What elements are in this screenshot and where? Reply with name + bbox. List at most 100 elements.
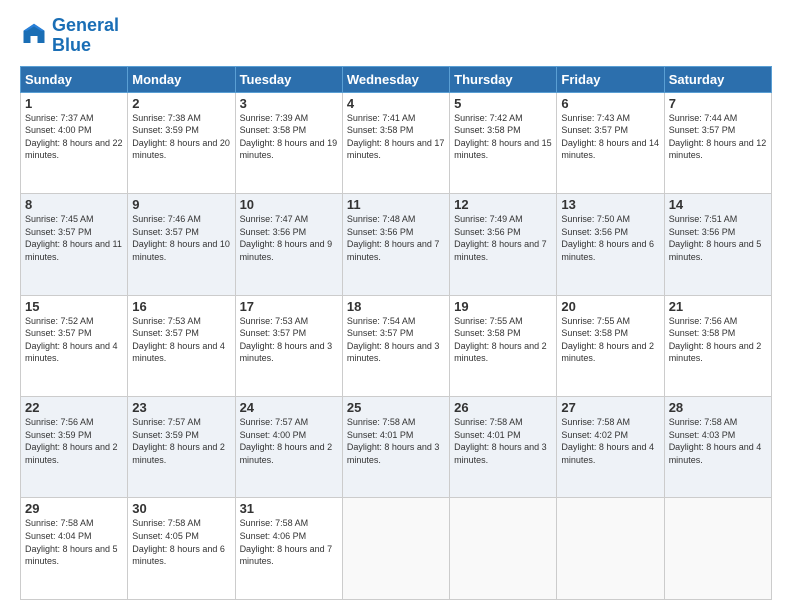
table-row: 13 Sunrise: 7:50 AMSunset: 3:56 PMDayligh… xyxy=(557,194,664,295)
calendar-table: Sunday Monday Tuesday Wednesday Thursday… xyxy=(20,66,772,600)
table-row: 5 Sunrise: 7:42 AMSunset: 3:58 PMDaylight… xyxy=(450,92,557,193)
table-row: 6 Sunrise: 7:43 AMSunset: 3:57 PMDaylight… xyxy=(557,92,664,193)
col-friday: Friday xyxy=(557,66,664,92)
col-wednesday: Wednesday xyxy=(342,66,449,92)
day-number: 26 xyxy=(454,400,552,415)
day-number: 4 xyxy=(347,96,445,111)
day-number: 12 xyxy=(454,197,552,212)
day-number: 31 xyxy=(240,501,338,516)
cell-info: Sunrise: 7:51 AMSunset: 3:56 PMDaylight:… xyxy=(669,214,762,262)
day-number: 5 xyxy=(454,96,552,111)
cell-info: Sunrise: 7:58 AMSunset: 4:03 PMDaylight:… xyxy=(669,417,762,465)
cell-info: Sunrise: 7:53 AMSunset: 3:57 PMDaylight:… xyxy=(240,316,333,364)
col-thursday: Thursday xyxy=(450,66,557,92)
table-row: 4 Sunrise: 7:41 AMSunset: 3:58 PMDaylight… xyxy=(342,92,449,193)
table-row: 23 Sunrise: 7:57 AMSunset: 3:59 PMDayligh… xyxy=(128,397,235,498)
table-row: 17 Sunrise: 7:53 AMSunset: 3:57 PMDayligh… xyxy=(235,295,342,396)
day-number: 17 xyxy=(240,299,338,314)
cell-info: Sunrise: 7:54 AMSunset: 3:57 PMDaylight:… xyxy=(347,316,440,364)
table-row: 26 Sunrise: 7:58 AMSunset: 4:01 PMDayligh… xyxy=(450,397,557,498)
logo-icon xyxy=(20,22,48,50)
day-number: 14 xyxy=(669,197,767,212)
table-row xyxy=(342,498,449,600)
cell-info: Sunrise: 7:46 AMSunset: 3:57 PMDaylight:… xyxy=(132,214,230,262)
day-number: 7 xyxy=(669,96,767,111)
table-row: 11Sunrise: 7:48 AMSunset: 3:56 PMDayligh… xyxy=(342,194,449,295)
cell-info: Sunrise: 7:41 AMSunset: 3:58 PMDaylight:… xyxy=(347,113,445,161)
cell-info: Sunrise: 7:44 AMSunset: 3:57 PMDaylight:… xyxy=(669,113,767,161)
day-number: 27 xyxy=(561,400,659,415)
cell-info: Sunrise: 7:56 AMSunset: 3:59 PMDaylight:… xyxy=(25,417,118,465)
logo: GeneralBlue xyxy=(20,16,119,56)
cell-info: Sunrise: 7:43 AMSunset: 3:57 PMDaylight:… xyxy=(561,113,659,161)
day-number: 28 xyxy=(669,400,767,415)
table-row: 24 Sunrise: 7:57 AMSunset: 4:00 PMDayligh… xyxy=(235,397,342,498)
table-row xyxy=(450,498,557,600)
cell-info: Sunrise: 7:56 AMSunset: 3:58 PMDaylight:… xyxy=(669,316,762,364)
day-number: 9 xyxy=(132,197,230,212)
cell-info: Sunrise: 7:45 AMSunset: 3:57 PMDaylight:… xyxy=(25,214,122,262)
table-row xyxy=(557,498,664,600)
table-row: 30 Sunrise: 7:58 AMSunset: 4:05 PMDayligh… xyxy=(128,498,235,600)
cell-info: Sunrise: 7:58 AMSunset: 4:01 PMDaylight:… xyxy=(347,417,440,465)
cell-info: Sunrise: 7:57 AMSunset: 4:00 PMDaylight:… xyxy=(240,417,333,465)
table-row: 21Sunrise: 7:56 AMSunset: 3:58 PMDayligh… xyxy=(664,295,771,396)
col-tuesday: Tuesday xyxy=(235,66,342,92)
cell-info: Sunrise: 7:37 AMSunset: 4:00 PMDaylight:… xyxy=(25,113,123,161)
logo-text: GeneralBlue xyxy=(52,16,119,56)
cell-info: Sunrise: 7:53 AMSunset: 3:57 PMDaylight:… xyxy=(132,316,225,364)
table-row: 28 Sunrise: 7:58 AMSunset: 4:03 PMDayligh… xyxy=(664,397,771,498)
cell-info: Sunrise: 7:55 AMSunset: 3:58 PMDaylight:… xyxy=(454,316,547,364)
col-monday: Monday xyxy=(128,66,235,92)
day-number: 8 xyxy=(25,197,123,212)
day-number: 25 xyxy=(347,400,445,415)
day-number: 20 xyxy=(561,299,659,314)
day-number: 1 xyxy=(25,96,123,111)
table-row xyxy=(664,498,771,600)
cell-info: Sunrise: 7:58 AMSunset: 4:04 PMDaylight:… xyxy=(25,518,118,566)
day-number: 6 xyxy=(561,96,659,111)
table-row: 2 Sunrise: 7:38 AMSunset: 3:59 PMDaylight… xyxy=(128,92,235,193)
table-row: 25 Sunrise: 7:58 AMSunset: 4:01 PMDayligh… xyxy=(342,397,449,498)
col-sunday: Sunday xyxy=(21,66,128,92)
col-saturday: Saturday xyxy=(664,66,771,92)
day-number: 30 xyxy=(132,501,230,516)
day-number: 19 xyxy=(454,299,552,314)
table-row: 3 Sunrise: 7:39 AMSunset: 3:58 PMDaylight… xyxy=(235,92,342,193)
page-header: GeneralBlue xyxy=(20,16,772,56)
table-row: 14 Sunrise: 7:51 AMSunset: 3:56 PMDayligh… xyxy=(664,194,771,295)
cell-info: Sunrise: 7:58 AMSunset: 4:06 PMDaylight:… xyxy=(240,518,333,566)
cell-info: Sunrise: 7:58 AMSunset: 4:02 PMDaylight:… xyxy=(561,417,654,465)
cell-info: Sunrise: 7:58 AMSunset: 4:01 PMDaylight:… xyxy=(454,417,547,465)
cell-info: Sunrise: 7:38 AMSunset: 3:59 PMDaylight:… xyxy=(132,113,230,161)
cell-info: Sunrise: 7:58 AMSunset: 4:05 PMDaylight:… xyxy=(132,518,225,566)
table-row: 8 Sunrise: 7:45 AMSunset: 3:57 PMDaylight… xyxy=(21,194,128,295)
table-row: 18 Sunrise: 7:54 AMSunset: 3:57 PMDayligh… xyxy=(342,295,449,396)
day-number: 3 xyxy=(240,96,338,111)
cell-info: Sunrise: 7:39 AMSunset: 3:58 PMDaylight:… xyxy=(240,113,338,161)
day-number: 24 xyxy=(240,400,338,415)
day-number: 13 xyxy=(561,197,659,212)
table-row: 20 Sunrise: 7:55 AMSunset: 3:58 PMDayligh… xyxy=(557,295,664,396)
cell-info: Sunrise: 7:55 AMSunset: 3:58 PMDaylight:… xyxy=(561,316,654,364)
day-number: 29 xyxy=(25,501,123,516)
day-number: 2 xyxy=(132,96,230,111)
table-row: 12 Sunrise: 7:49 AMSunset: 3:56 PMDayligh… xyxy=(450,194,557,295)
cell-info: Sunrise: 7:52 AMSunset: 3:57 PMDaylight:… xyxy=(25,316,118,364)
table-row: 29 Sunrise: 7:58 AMSunset: 4:04 PMDayligh… xyxy=(21,498,128,600)
cell-info: Sunrise: 7:42 AMSunset: 3:58 PMDaylight:… xyxy=(454,113,552,161)
day-number: 18 xyxy=(347,299,445,314)
day-number: 16 xyxy=(132,299,230,314)
cell-info: Sunrise: 7:50 AMSunset: 3:56 PMDaylight:… xyxy=(561,214,654,262)
day-number: 23 xyxy=(132,400,230,415)
table-row: 10Sunrise: 7:47 AMSunset: 3:56 PMDayligh… xyxy=(235,194,342,295)
cell-info: Sunrise: 7:47 AMSunset: 3:56 PMDaylight:… xyxy=(240,214,333,262)
cell-info: Sunrise: 7:49 AMSunset: 3:56 PMDaylight:… xyxy=(454,214,547,262)
table-row: 1 Sunrise: 7:37 AMSunset: 4:00 PMDaylight… xyxy=(21,92,128,193)
table-row: 22Sunrise: 7:56 AMSunset: 3:59 PMDayligh… xyxy=(21,397,128,498)
day-number: 15 xyxy=(25,299,123,314)
table-row: 15 Sunrise: 7:52 AMSunset: 3:57 PMDayligh… xyxy=(21,295,128,396)
table-row: 31 Sunrise: 7:58 AMSunset: 4:06 PMDayligh… xyxy=(235,498,342,600)
table-row: 7 Sunrise: 7:44 AMSunset: 3:57 PMDaylight… xyxy=(664,92,771,193)
cell-info: Sunrise: 7:57 AMSunset: 3:59 PMDaylight:… xyxy=(132,417,225,465)
